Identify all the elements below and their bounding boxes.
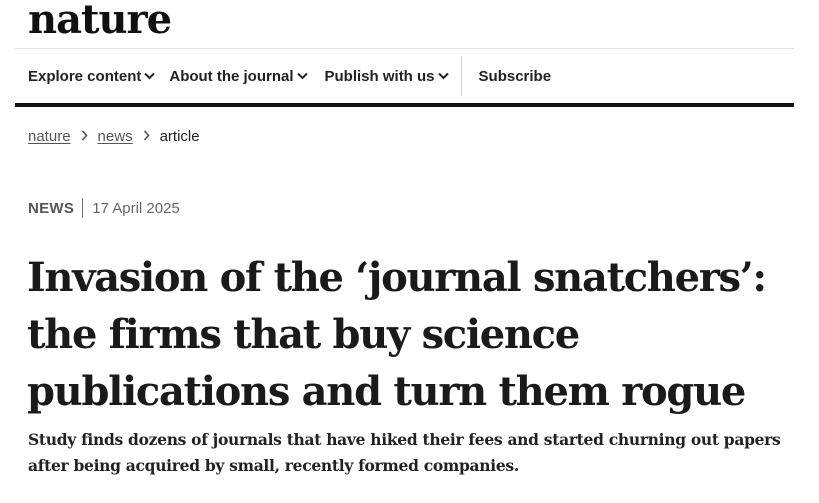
article-type: NEWS xyxy=(28,199,75,217)
article-meta: NEWS 17 April 2025 xyxy=(28,198,180,218)
chevron-down-icon xyxy=(296,67,308,84)
headline-line: the firms that buy science xyxy=(27,311,580,358)
breadcrumb-item-nature[interactable]: nature xyxy=(28,128,71,145)
headline-line: Invasion of the ‘journal snatchers’: xyxy=(27,254,767,301)
subscribe-link[interactable]: Subscribe xyxy=(479,68,552,85)
nav-bottom-rule xyxy=(15,103,794,107)
breadcrumb-current: article xyxy=(159,128,200,145)
chevron-down-icon xyxy=(144,67,156,84)
article-headline: Invasion of the ‘journal snatchers’: the… xyxy=(27,249,807,420)
subscribe-label: Subscribe xyxy=(478,67,552,85)
nav-about-the-journal-label: About the journal xyxy=(169,67,294,85)
nav-explore-content[interactable]: Explore content xyxy=(28,67,156,85)
chevron-right-icon xyxy=(81,128,88,145)
header-divider xyxy=(15,48,794,49)
breadcrumb: nature news article xyxy=(28,128,200,145)
meta-divider xyxy=(82,198,84,218)
chevron-right-icon xyxy=(143,128,150,145)
nav-publish-with-us[interactable]: Publish with us xyxy=(325,68,449,85)
main-nav: Explore content About the journal Publis… xyxy=(28,56,552,96)
nature-logo[interactable]: nature xyxy=(28,0,172,44)
headline-line: publications and turn them rogue xyxy=(27,368,746,415)
nav-divider xyxy=(460,56,462,96)
standfirst-line: Study finds dozens of journals that have… xyxy=(28,430,781,449)
chevron-down-icon xyxy=(437,67,449,84)
nav-publish-with-us-label: Publish with us xyxy=(324,67,435,85)
nav-explore-content-label: Explore content xyxy=(28,67,142,85)
article-date: 17 April 2025 xyxy=(92,199,180,217)
breadcrumb-item-news[interactable]: news xyxy=(98,128,133,145)
article-standfirst: Study finds dozens of journals that have… xyxy=(28,427,798,479)
nav-about-the-journal[interactable]: About the journal xyxy=(169,67,308,85)
standfirst-line: after being acquired by small, recently … xyxy=(28,456,519,475)
